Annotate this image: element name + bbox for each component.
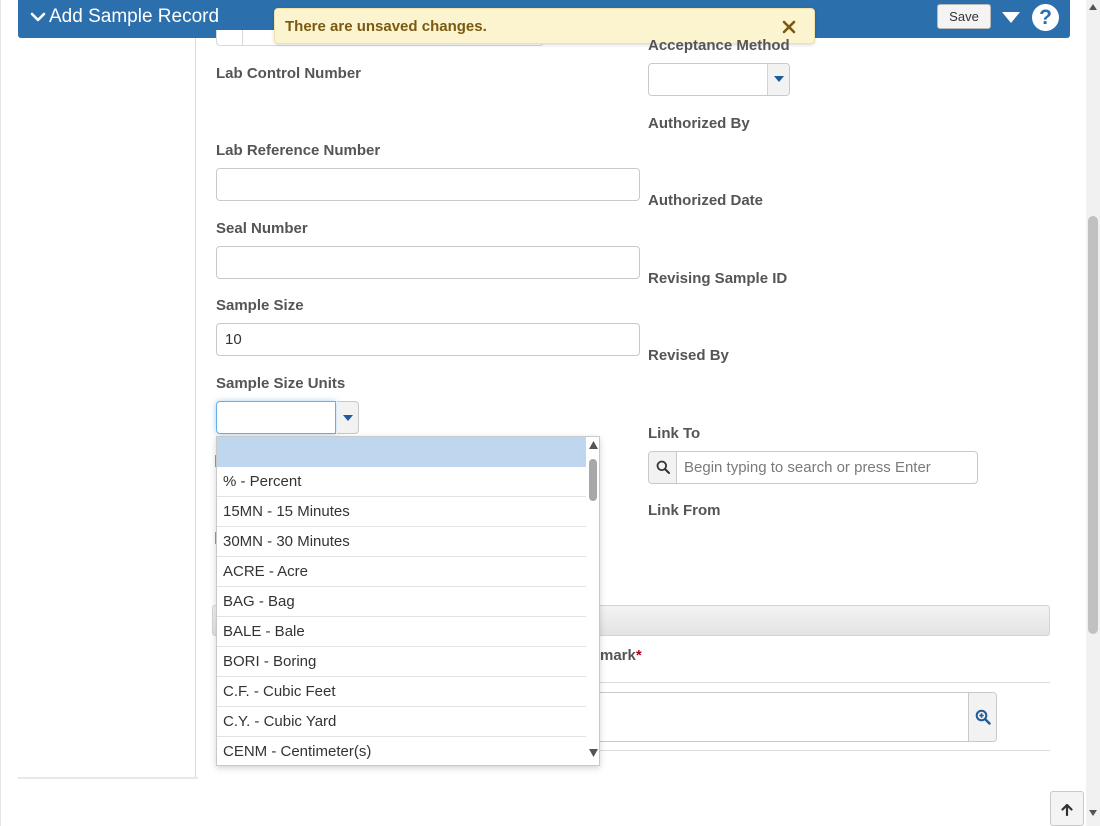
- search-button[interactable]: [649, 452, 677, 483]
- previous-field-divider: [242, 30, 243, 45]
- dropdown-option-blank[interactable]: [217, 437, 586, 467]
- acceptance-method-select[interactable]: [648, 63, 790, 96]
- link-from-label: Link From: [648, 502, 721, 519]
- dropdown-scroll-thumb[interactable]: [589, 459, 597, 501]
- revising-sample-id-label: Revising Sample ID: [648, 270, 788, 287]
- arrow-up-icon: [1061, 804, 1073, 816]
- save-button[interactable]: Save: [937, 4, 991, 29]
- sample-size-units-input[interactable]: [216, 401, 336, 434]
- dropdown-scrollbar[interactable]: [586, 437, 599, 765]
- page-title[interactable]: Add Sample Record: [49, 6, 219, 28]
- dropdown-option[interactable]: CENM - Centimeter(s): [217, 737, 586, 765]
- scroll-up-icon[interactable]: [589, 441, 598, 449]
- scroll-to-top-button[interactable]: [1050, 791, 1084, 826]
- revised-by-label: Revised By: [648, 347, 729, 364]
- dropdown-options: % - Percent 15MN - 15 Minutes 30MN - 30 …: [217, 437, 586, 765]
- sample-size-units-toggle[interactable]: [337, 401, 359, 434]
- scroll-down-icon[interactable]: [1089, 810, 1097, 816]
- dropdown-option[interactable]: % - Percent: [217, 467, 586, 497]
- bottom-rule: [18, 777, 198, 779]
- authorized-date-label: Authorized Date: [648, 192, 764, 209]
- required-marker: *: [635, 647, 642, 664]
- dropdown-option[interactable]: BORI - Boring: [217, 647, 586, 677]
- lab-reference-number-label: Lab Reference Number: [216, 142, 381, 159]
- chevron-down-icon[interactable]: [30, 9, 46, 25]
- authorized-by-label: Authorized By: [648, 115, 750, 132]
- remark-label-text: mark: [600, 647, 636, 664]
- notification-message: There are unsaved changes.: [285, 18, 487, 35]
- acceptance-method-toggle[interactable]: [767, 64, 789, 95]
- close-icon[interactable]: [782, 20, 796, 34]
- link-to-search: [648, 451, 978, 484]
- dropdown-option[interactable]: ACRE - Acre: [217, 557, 586, 587]
- dropdown-option[interactable]: C.F. - Cubic Feet: [217, 677, 586, 707]
- dropdown-option[interactable]: C.Y. - Cubic Yard: [217, 707, 586, 737]
- zoom-button[interactable]: [968, 693, 996, 741]
- link-to-input[interactable]: [677, 452, 977, 483]
- sample-size-label: Sample Size: [216, 297, 304, 314]
- remark-label: mark*: [600, 647, 642, 664]
- caret-down-icon: [774, 76, 784, 82]
- sample-size-input[interactable]: [216, 323, 640, 356]
- sample-size-units-label: Sample Size Units: [216, 375, 346, 392]
- seal-number-label: Seal Number: [216, 220, 308, 237]
- page-scroll-thumb[interactable]: [1088, 216, 1098, 634]
- help-icon[interactable]: ?: [1032, 4, 1059, 31]
- zoom-in-icon: [975, 709, 991, 725]
- seal-number-input[interactable]: [216, 246, 640, 279]
- acceptance-method-label: Acceptance Method: [648, 37, 790, 54]
- scroll-up-icon[interactable]: [1089, 4, 1097, 10]
- scroll-down-icon[interactable]: [589, 749, 598, 757]
- left-gutter: [18, 0, 196, 778]
- dropdown-option[interactable]: 15MN - 15 Minutes: [217, 497, 586, 527]
- dropdown-option[interactable]: BAG - Bag: [217, 587, 586, 617]
- link-to-label: Link To: [648, 425, 701, 442]
- caret-down-icon[interactable]: [1001, 9, 1021, 25]
- dropdown-option[interactable]: BALE - Bale: [217, 617, 586, 647]
- caret-down-icon: [343, 415, 353, 421]
- divider: [600, 750, 1050, 751]
- remark-input[interactable]: [590, 692, 997, 742]
- lab-control-number-label: Lab Control Number: [216, 65, 361, 82]
- dropdown-option[interactable]: 30MN - 30 Minutes: [217, 527, 586, 557]
- sample-size-units-dropdown: % - Percent 15MN - 15 Minutes 30MN - 30 …: [216, 436, 600, 766]
- divider: [600, 682, 1050, 683]
- lab-reference-number-input[interactable]: [216, 168, 640, 201]
- page-scrollbar[interactable]: [1086, 0, 1100, 826]
- search-icon: [656, 460, 670, 474]
